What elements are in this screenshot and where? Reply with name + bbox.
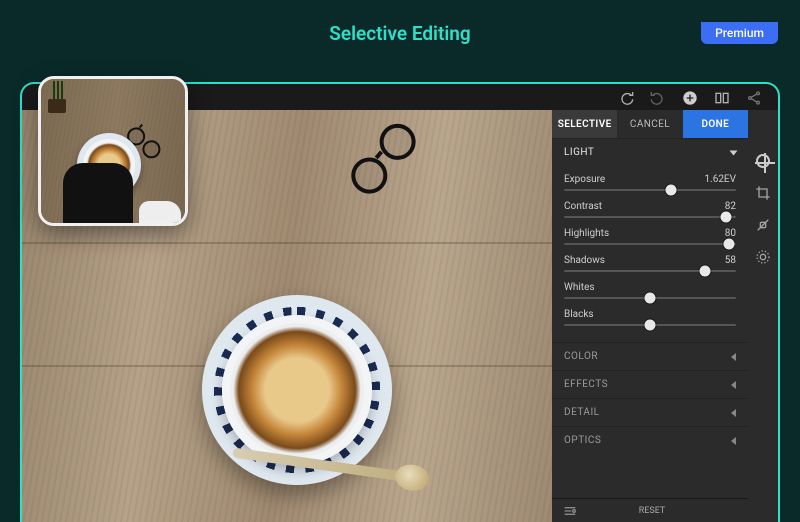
done-button[interactable]: DONE (683, 110, 748, 138)
page-title: Selective Editing (0, 22, 800, 45)
section-color-label: COLOR (564, 351, 598, 362)
slider-blacks[interactable]: Blacks (564, 309, 736, 326)
before-thumbnail (38, 76, 188, 226)
heal-tool-icon[interactable] (754, 216, 772, 234)
section-effects[interactable]: EFFECTS (552, 370, 748, 398)
share-icon[interactable] (746, 90, 762, 106)
slider-highlights[interactable]: Highlights80 (564, 228, 736, 245)
crop-tool-icon[interactable] (754, 184, 772, 202)
chevron-down-icon (730, 150, 738, 155)
section-detail[interactable]: DETAIL (552, 398, 748, 426)
slider-contrast[interactable]: Contrast82 (564, 201, 736, 218)
slider-whites[interactable]: Whites (564, 282, 736, 299)
section-light[interactable]: LIGHT (552, 138, 748, 166)
chevron-left-icon (731, 381, 736, 389)
presets-icon[interactable] (561, 502, 579, 520)
section-color[interactable]: COLOR (552, 342, 748, 370)
reset-button[interactable]: RESET (639, 506, 666, 516)
chevron-left-icon (731, 353, 736, 361)
section-effects-label: EFFECTS (564, 379, 608, 390)
slider-shadows[interactable]: Shadows58 (564, 255, 736, 272)
cancel-button[interactable]: CANCEL (617, 110, 682, 138)
chevron-left-icon (731, 409, 736, 417)
add-icon[interactable] (682, 90, 698, 106)
panel-footer: RESET (552, 498, 748, 522)
right-toolbar (748, 110, 778, 522)
compare-icon[interactable] (714, 90, 730, 106)
slider-exposure[interactable]: Exposure1.62EV (564, 174, 736, 191)
radial-tool-icon[interactable] (754, 248, 772, 266)
tab-selective[interactable]: SELECTIVE (552, 110, 617, 138)
section-optics[interactable]: OPTICS (552, 426, 748, 454)
undo-icon[interactable] (650, 90, 666, 106)
light-sliders: Exposure1.62EV Contrast82 Highlights80 S… (552, 166, 748, 342)
subject-cup (222, 315, 372, 465)
section-light-label: LIGHT (564, 147, 594, 158)
redo-icon[interactable] (618, 90, 634, 106)
chevron-left-icon (731, 437, 736, 445)
adjustments-panel: SELECTIVE CANCEL DONE LIGHT Exposure1.62… (552, 110, 748, 522)
premium-badge: Premium (701, 22, 778, 44)
section-optics-label: OPTICS (564, 435, 601, 446)
selective-tool-icon[interactable] (754, 152, 772, 170)
section-detail-label: DETAIL (564, 407, 600, 418)
